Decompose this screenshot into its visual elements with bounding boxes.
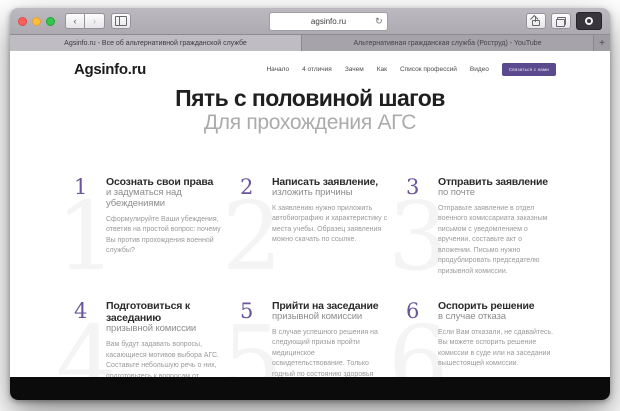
nav-link-kak[interactable]: Как — [377, 66, 387, 73]
nav-link-nachalo[interactable]: Начало — [266, 66, 289, 73]
tab-label: Agsinfo.ru - Все об альтернативной гражд… — [64, 40, 247, 47]
page-title: Пять с половиной шагов — [10, 86, 610, 110]
close-window-button[interactable] — [18, 17, 27, 26]
step-2: 2 2 Написать заявление, изложить причины… — [240, 176, 388, 300]
step-title: Подготовиться к заседанию — [106, 300, 222, 324]
site-nav: Начало 4 отличия Зачем Как Список профес… — [266, 63, 556, 76]
steps-grid: 1 1 Осознать свои права и задуматься над… — [74, 176, 554, 400]
step-body: Сформулируйте Ваши убеждения, ответив на… — [106, 215, 222, 257]
step-number: 2 — [240, 176, 262, 300]
address-bar[interactable]: agsinfo.ru ↻ — [269, 12, 387, 31]
minimize-window-button[interactable] — [32, 17, 41, 26]
web-page: Agsinfo.ru Начало 4 отличия Зачем Как Сп… — [10, 51, 610, 400]
step-body: Отправьте заявление в отдел военного ком… — [438, 204, 554, 278]
extension-icon — [585, 17, 593, 25]
nav-link-otlichiya[interactable]: 4 отличия — [302, 66, 332, 73]
sidebar-button[interactable] — [111, 13, 131, 29]
step-body: К заявлению нужно приложить автобиографи… — [272, 204, 388, 246]
browser-toolbar: ‹ › agsinfo.ru ↻ — [10, 8, 610, 35]
url-text[interactable]: agsinfo.ru — [311, 17, 346, 26]
nav-link-zachem[interactable]: Зачем — [345, 66, 364, 73]
share-button[interactable] — [526, 13, 546, 29]
nav-link-professii[interactable]: Список профессий — [400, 66, 457, 73]
tab-bar: Agsinfo.ru - Все об альтернативной гражд… — [10, 35, 610, 51]
share-icon — [531, 17, 541, 26]
reload-icon[interactable]: ↻ — [375, 17, 383, 26]
step-1: 1 1 Осознать свои права и задуматься над… — [74, 176, 222, 300]
step-subtitle: призывной комиссии — [272, 312, 388, 323]
tab-overview-icon — [556, 17, 566, 26]
site-header: Agsinfo.ru Начало 4 отличия Зачем Как Сп… — [10, 51, 610, 82]
nav-link-video[interactable]: Видео — [470, 66, 489, 73]
extension-button[interactable] — [576, 12, 602, 30]
page-subtitle: Для прохождения АГС — [10, 111, 610, 134]
step-3: 3 3 Отправить заявление по почте Отправь… — [406, 176, 554, 300]
forward-icon: › — [93, 16, 96, 26]
back-button[interactable]: ‹ — [65, 13, 85, 29]
window-controls — [18, 17, 55, 26]
tab-label: Альтернативная гражданская служба (Ростр… — [353, 40, 541, 47]
browser-window: ‹ › agsinfo.ru ↻ Agsinfo.ru - Все об аль — [10, 8, 610, 400]
step-subtitle: и задуматься над убеждениями — [106, 188, 222, 210]
site-footer — [10, 377, 610, 400]
step-subtitle: по почте — [438, 188, 554, 199]
step-subtitle: призывной комиссии — [106, 324, 222, 335]
site-logo[interactable]: Agsinfo.ru — [74, 61, 146, 78]
tab-overview-button[interactable] — [551, 13, 571, 29]
sidebar-icon — [115, 16, 127, 26]
hero-section: Пять с половиной шагов Для прохождения А… — [10, 86, 610, 134]
contact-button[interactable]: Связаться с нами — [502, 63, 556, 76]
toolbar-right-buttons — [526, 12, 602, 30]
step-subtitle: изложить причины — [272, 188, 388, 199]
tab-agsinfo[interactable]: Agsinfo.ru - Все об альтернативной гражд… — [10, 35, 302, 51]
new-tab-button[interactable]: + — [594, 35, 610, 51]
forward-button[interactable]: › — [85, 13, 105, 29]
back-icon: ‹ — [74, 16, 77, 26]
step-number: 1 — [74, 176, 96, 300]
plus-icon: + — [599, 38, 605, 49]
step-body: Если Вам отказали, не сдавайтесь. Вы мож… — [438, 328, 554, 370]
tab-youtube[interactable]: Альтернативная гражданская служба (Ростр… — [302, 35, 594, 51]
step-number: 3 — [406, 176, 428, 300]
zoom-window-button[interactable] — [46, 17, 55, 26]
step-subtitle: в случае отказа — [438, 312, 554, 323]
history-nav-buttons: ‹ › — [65, 13, 105, 29]
